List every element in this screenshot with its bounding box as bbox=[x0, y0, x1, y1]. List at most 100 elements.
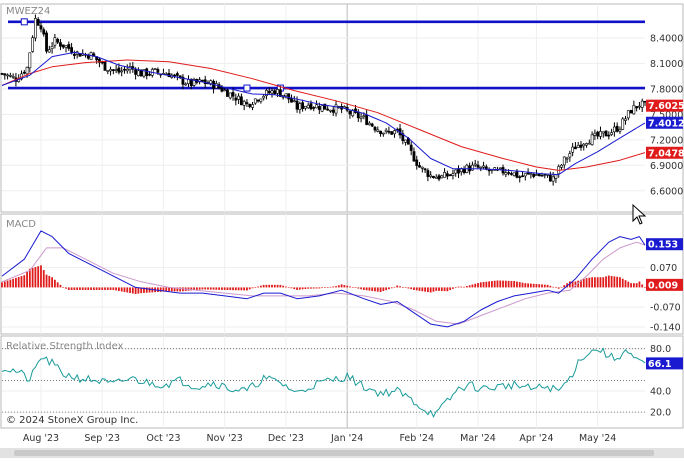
macd-histogram-bar bbox=[70, 287, 73, 290]
candle-body bbox=[599, 131, 602, 137]
candle-body bbox=[640, 100, 644, 108]
macd-histogram-bar bbox=[237, 287, 240, 291]
candle-body bbox=[565, 157, 569, 160]
candle-body bbox=[64, 45, 68, 48]
macd-histogram-bar bbox=[393, 286, 396, 288]
macd-histogram-bar bbox=[357, 287, 360, 289]
macd-histogram-bar bbox=[365, 287, 368, 291]
macd-histogram-bar bbox=[619, 277, 621, 288]
candle-body bbox=[153, 68, 157, 70]
candle-body bbox=[175, 73, 179, 76]
macd-histogram-bar bbox=[429, 287, 432, 293]
candle-body bbox=[106, 70, 110, 72]
x-tick-label: Feb '24 bbox=[399, 433, 434, 444]
candle-body bbox=[134, 69, 138, 75]
candle-body bbox=[638, 105, 641, 108]
macd-histogram-bar bbox=[301, 287, 304, 290]
macd-histogram-bar bbox=[513, 281, 516, 288]
macd-histogram-bar bbox=[26, 271, 28, 288]
candle-body bbox=[114, 69, 118, 71]
macd-histogram-bar bbox=[532, 283, 535, 288]
macd-histogram-bar bbox=[112, 287, 115, 290]
candle-body bbox=[384, 129, 388, 132]
candle-body bbox=[540, 174, 544, 177]
macd-histogram-bar bbox=[53, 279, 56, 288]
macd-histogram-bar bbox=[101, 287, 104, 290]
candle-body bbox=[145, 68, 149, 76]
candle-body bbox=[420, 166, 424, 169]
macd-title: MACD bbox=[6, 219, 36, 230]
macd-histogram-bar bbox=[134, 287, 137, 295]
macd-histogram-bar bbox=[543, 284, 546, 288]
candle-body bbox=[393, 130, 396, 135]
scrollbar-thumb[interactable] bbox=[14, 450, 654, 456]
x-tick-label: Mar '24 bbox=[460, 433, 496, 444]
macd-histogram-bar bbox=[45, 274, 48, 288]
x-tick-label: Jan '24 bbox=[330, 433, 363, 444]
macd-histogram-bar bbox=[312, 287, 315, 289]
line-handle-icon[interactable] bbox=[243, 84, 251, 92]
macd-histogram-bar bbox=[502, 280, 504, 288]
macd-histogram-bar bbox=[137, 287, 140, 294]
y-tick-label: -0.070 bbox=[650, 303, 681, 314]
candle-body bbox=[445, 173, 449, 177]
y-tick-label: 6.9000 bbox=[650, 161, 683, 172]
macd-histogram-bar bbox=[635, 283, 638, 288]
macd-histogram-bar bbox=[207, 287, 209, 290]
candle-body bbox=[148, 73, 151, 76]
macd-histogram-bar bbox=[12, 278, 15, 288]
candle-body bbox=[59, 42, 62, 47]
candle-body bbox=[434, 176, 438, 179]
macd-histogram-bar bbox=[259, 285, 262, 288]
macd-histogram-bar bbox=[443, 287, 446, 292]
candle-body bbox=[103, 61, 107, 71]
macd-histogram-bar bbox=[415, 287, 418, 291]
candle-body bbox=[626, 110, 630, 119]
macd-histogram-bar bbox=[20, 276, 23, 288]
candle-body bbox=[373, 126, 377, 131]
macd-histogram-bar bbox=[148, 287, 151, 293]
copyright-text: © 2024 StoneX Group Inc. bbox=[6, 415, 138, 426]
candle-body bbox=[156, 69, 160, 73]
candle-body bbox=[487, 169, 491, 172]
macd-histogram-bar bbox=[468, 285, 471, 288]
candle-body bbox=[535, 174, 538, 176]
line-handle-icon[interactable] bbox=[20, 18, 28, 26]
macd-histogram-bar bbox=[298, 287, 301, 290]
candle-body bbox=[47, 49, 51, 53]
macd-histogram-bar bbox=[120, 287, 123, 292]
candle-body bbox=[256, 99, 260, 102]
candle-body bbox=[432, 176, 435, 178]
macd-histogram-bar bbox=[407, 287, 410, 289]
candle-body bbox=[454, 169, 458, 174]
x-tick-label: Aug '23 bbox=[23, 433, 59, 444]
macd-histogram-bar bbox=[555, 287, 557, 289]
macd-histogram-bar bbox=[591, 277, 594, 288]
macd-histogram-bar bbox=[234, 287, 237, 291]
macd-histogram-bar bbox=[385, 287, 388, 291]
candle-body bbox=[292, 100, 296, 102]
candle-body bbox=[504, 172, 508, 175]
candle-body bbox=[443, 172, 446, 178]
candle-body bbox=[270, 90, 274, 94]
macd-histogram-bar bbox=[307, 287, 310, 289]
candle-body bbox=[36, 19, 40, 26]
candle-body bbox=[136, 70, 140, 76]
candle-body bbox=[404, 139, 408, 143]
macd-histogram-bar bbox=[351, 287, 354, 288]
macd-histogram-bar bbox=[488, 281, 491, 288]
candle-body bbox=[109, 69, 112, 72]
macd-histogram-bar bbox=[321, 287, 324, 289]
macd-histogram-bar bbox=[240, 287, 243, 291]
macd-histogram-bar bbox=[368, 287, 371, 291]
macd-histogram-bar bbox=[265, 284, 268, 288]
candle-body bbox=[123, 68, 126, 71]
candle-body bbox=[482, 165, 485, 168]
macd-histogram-bar bbox=[92, 287, 95, 290]
candle-body bbox=[70, 47, 73, 54]
macd-histogram-bar bbox=[644, 287, 646, 289]
candle-body bbox=[331, 109, 335, 113]
candle-body bbox=[8, 75, 12, 77]
candle-body bbox=[362, 115, 366, 118]
macd-histogram-bar bbox=[290, 287, 293, 289]
